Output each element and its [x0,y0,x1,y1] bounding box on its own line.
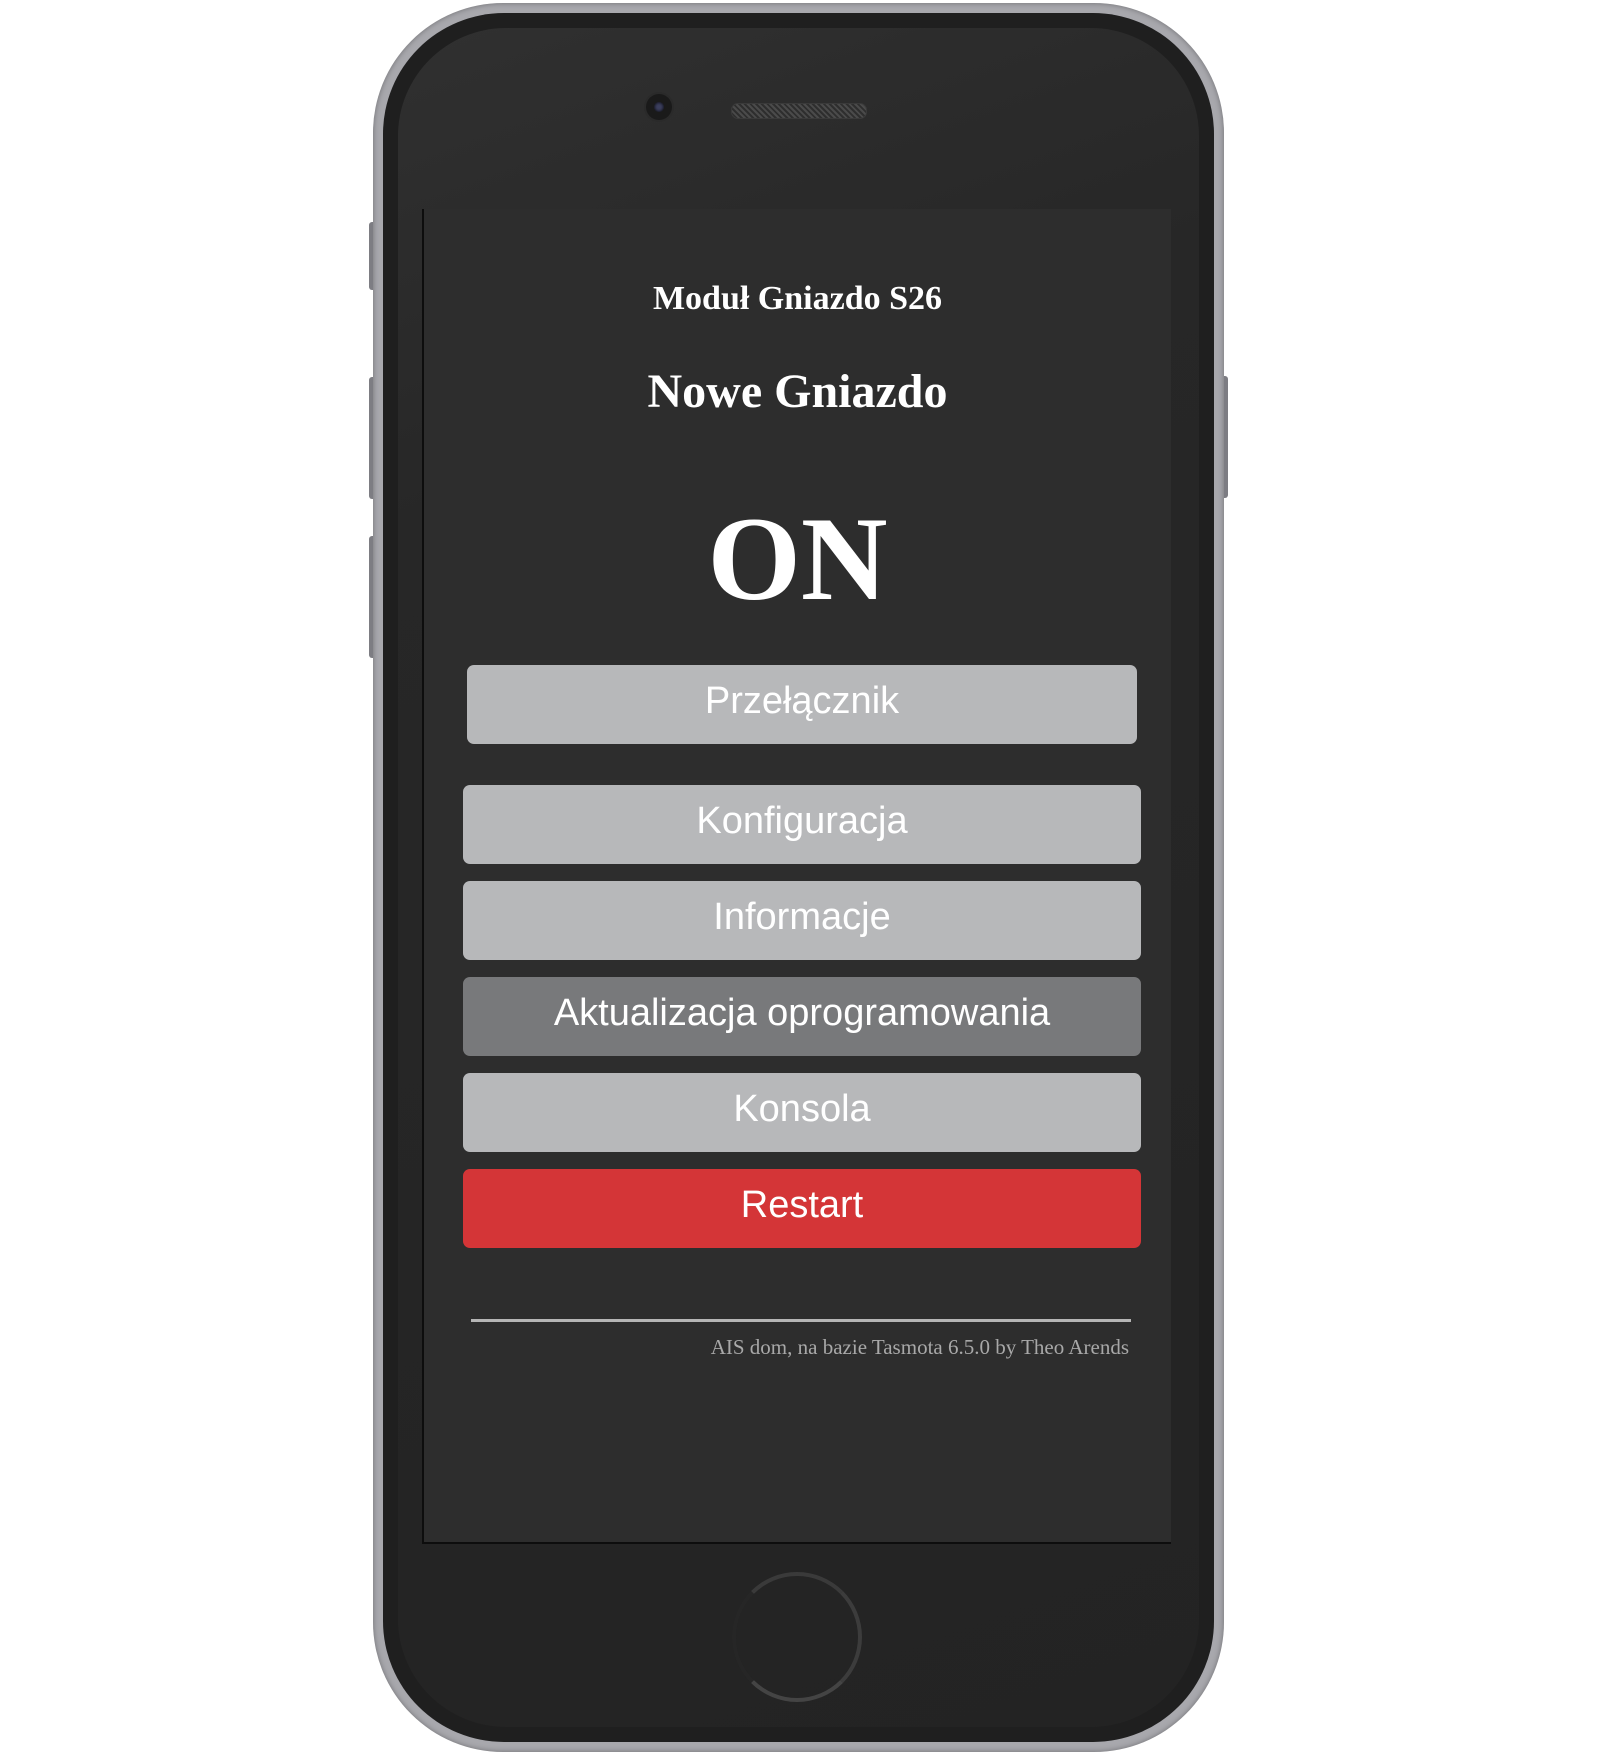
phone-mockup: Moduł Gniazdo S26 Nowe Gniazdo ON Przełą… [0,0,1600,1754]
footer-divider [471,1319,1131,1322]
configuration-button[interactable]: Konfiguracja [463,785,1141,864]
home-button[interactable] [732,1572,862,1702]
restart-button[interactable]: Restart [463,1169,1141,1248]
console-button[interactable]: Konsola [463,1073,1141,1152]
footer-credits: AIS dom, na bazie Tasmota 6.5.0 by Theo … [710,1335,1129,1359]
device-name: Nowe Gniazdo [647,365,948,418]
firmware-update-button[interactable]: Aktualizacja oprogramowania [463,977,1141,1056]
power-state: ON [707,492,888,625]
earpiece-speaker [731,103,867,119]
information-button[interactable]: Informacje [463,881,1141,960]
device-screen: Moduł Gniazdo S26 Nowe Gniazdo ON Przełą… [422,209,1171,1544]
module-title: Moduł Gniazdo S26 [652,280,943,317]
toggle-button[interactable]: Przełącznik [467,665,1137,744]
front-camera-icon [646,94,672,120]
